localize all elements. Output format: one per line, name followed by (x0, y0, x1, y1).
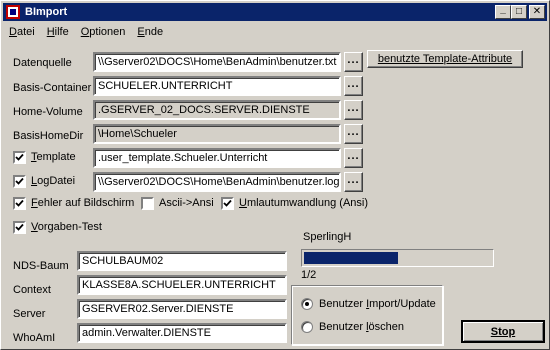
basis-home-dir-browse-button[interactable]: ... (344, 124, 363, 144)
whoami-label: WhoAmI (13, 332, 56, 344)
menu-hilfe[interactable]: Hilfe (41, 26, 75, 38)
ascii-ansi-label: Ascii->Ansi (159, 197, 214, 209)
menu-datei[interactable]: Datei (3, 26, 41, 38)
close-icon: ✕ (532, 6, 542, 17)
home-volume-field[interactable]: .GSERVER_02_DOCS.SERVER.DIENSTE (93, 100, 341, 120)
home-volume-browse-button[interactable]: ... (344, 100, 363, 120)
check-icon (15, 153, 24, 161)
logdatei-browse-button[interactable]: ... (344, 172, 363, 192)
nds-baum-label: NDS-Baum (13, 260, 69, 272)
menu-ende[interactable]: Ende (131, 26, 169, 38)
basis-home-dir-field[interactable]: \Home\Schueler (93, 124, 341, 144)
close-button[interactable]: ✕ (529, 5, 545, 19)
nds-baum-field[interactable]: SCHULBAUM02 (77, 251, 287, 271)
template-field[interactable]: .user_template.Schueler.Unterricht (93, 148, 341, 168)
vorgaben-test-label: Vorgaben-Test (31, 221, 102, 233)
datenquelle-label: Datenquelle (13, 57, 72, 69)
menu-optionen[interactable]: Optionen (75, 26, 132, 38)
context-field[interactable]: KLASSE8A.SCHUELER.UNTERRICHT (77, 275, 287, 295)
template-attribute-button[interactable]: benutzte Template-Attribute (367, 50, 523, 68)
datenquelle-field[interactable]: \\Gserver02\DOCS\Home\BenAdmin\benutzer.… (93, 52, 341, 72)
check-icon (223, 199, 232, 207)
server-field[interactable]: GSERVER02.Server.DIENSTE (77, 299, 287, 319)
window-title: BImport (25, 6, 68, 18)
template-label: Template (31, 151, 76, 163)
logdatei-field[interactable]: \\Gserver02\DOCS\Home\BenAdmin\benutzer.… (93, 172, 341, 192)
template-browse-button[interactable]: ... (344, 148, 363, 168)
loeschen-label: Benutzer löschen (319, 321, 405, 333)
basis-container-label: Basis-Container (13, 82, 92, 94)
logdatei-label: LogDatei (31, 175, 76, 187)
home-volume-label: Home-Volume (13, 106, 83, 118)
minimize-button[interactable]: _ (495, 5, 511, 19)
current-user-label: SperlingH (303, 231, 352, 243)
progress-count: 1/2 (301, 269, 317, 281)
radio-selected-dot (305, 302, 309, 306)
progress-fill (304, 252, 398, 264)
umlaut-checkbox[interactable] (221, 197, 234, 210)
minimize-icon: _ (500, 4, 506, 15)
logdatei-checkbox[interactable] (13, 175, 26, 188)
fehler-label: Fehler auf Bildschirm (31, 197, 135, 209)
basis-home-dir-label: BasisHomeDir (13, 130, 84, 142)
mode-groupbox (291, 285, 443, 345)
maximize-icon: □ (515, 6, 523, 17)
template-checkbox[interactable] (13, 151, 26, 164)
context-label: Context (13, 284, 51, 296)
whoami-field[interactable]: admin.Verwalter.DIENSTE (77, 323, 287, 343)
loeschen-radio[interactable] (301, 321, 313, 333)
server-label: Server (13, 308, 46, 320)
import-update-radio[interactable] (301, 298, 313, 310)
progress-bar (301, 249, 494, 267)
basis-container-field[interactable]: SCHUELER.UNTERRICHT (93, 76, 341, 96)
menu-bar: Datei Hilfe Optionen Ende (3, 23, 547, 41)
ascii-ansi-checkbox[interactable] (141, 197, 154, 210)
fehler-checkbox[interactable] (13, 197, 26, 210)
check-icon (15, 199, 24, 207)
stop-button[interactable]: Stop (461, 320, 545, 343)
check-icon (15, 223, 24, 231)
check-icon (15, 177, 24, 185)
basis-container-browse-button[interactable]: ... (344, 76, 363, 96)
datenquelle-browse-button[interactable]: ... (344, 52, 363, 72)
maximize-button[interactable]: □ (511, 5, 527, 19)
app-icon (5, 4, 21, 20)
bimport-window: BImport _ □ ✕ Datei Hilfe Optionen Ende … (0, 0, 550, 350)
import-update-label: Benutzer Import/Update (319, 298, 436, 310)
vorgaben-test-checkbox[interactable] (13, 221, 26, 234)
umlaut-label: Umlautumwandlung (Ansi) (239, 197, 369, 209)
title-bar[interactable]: BImport _ □ ✕ (3, 3, 547, 21)
